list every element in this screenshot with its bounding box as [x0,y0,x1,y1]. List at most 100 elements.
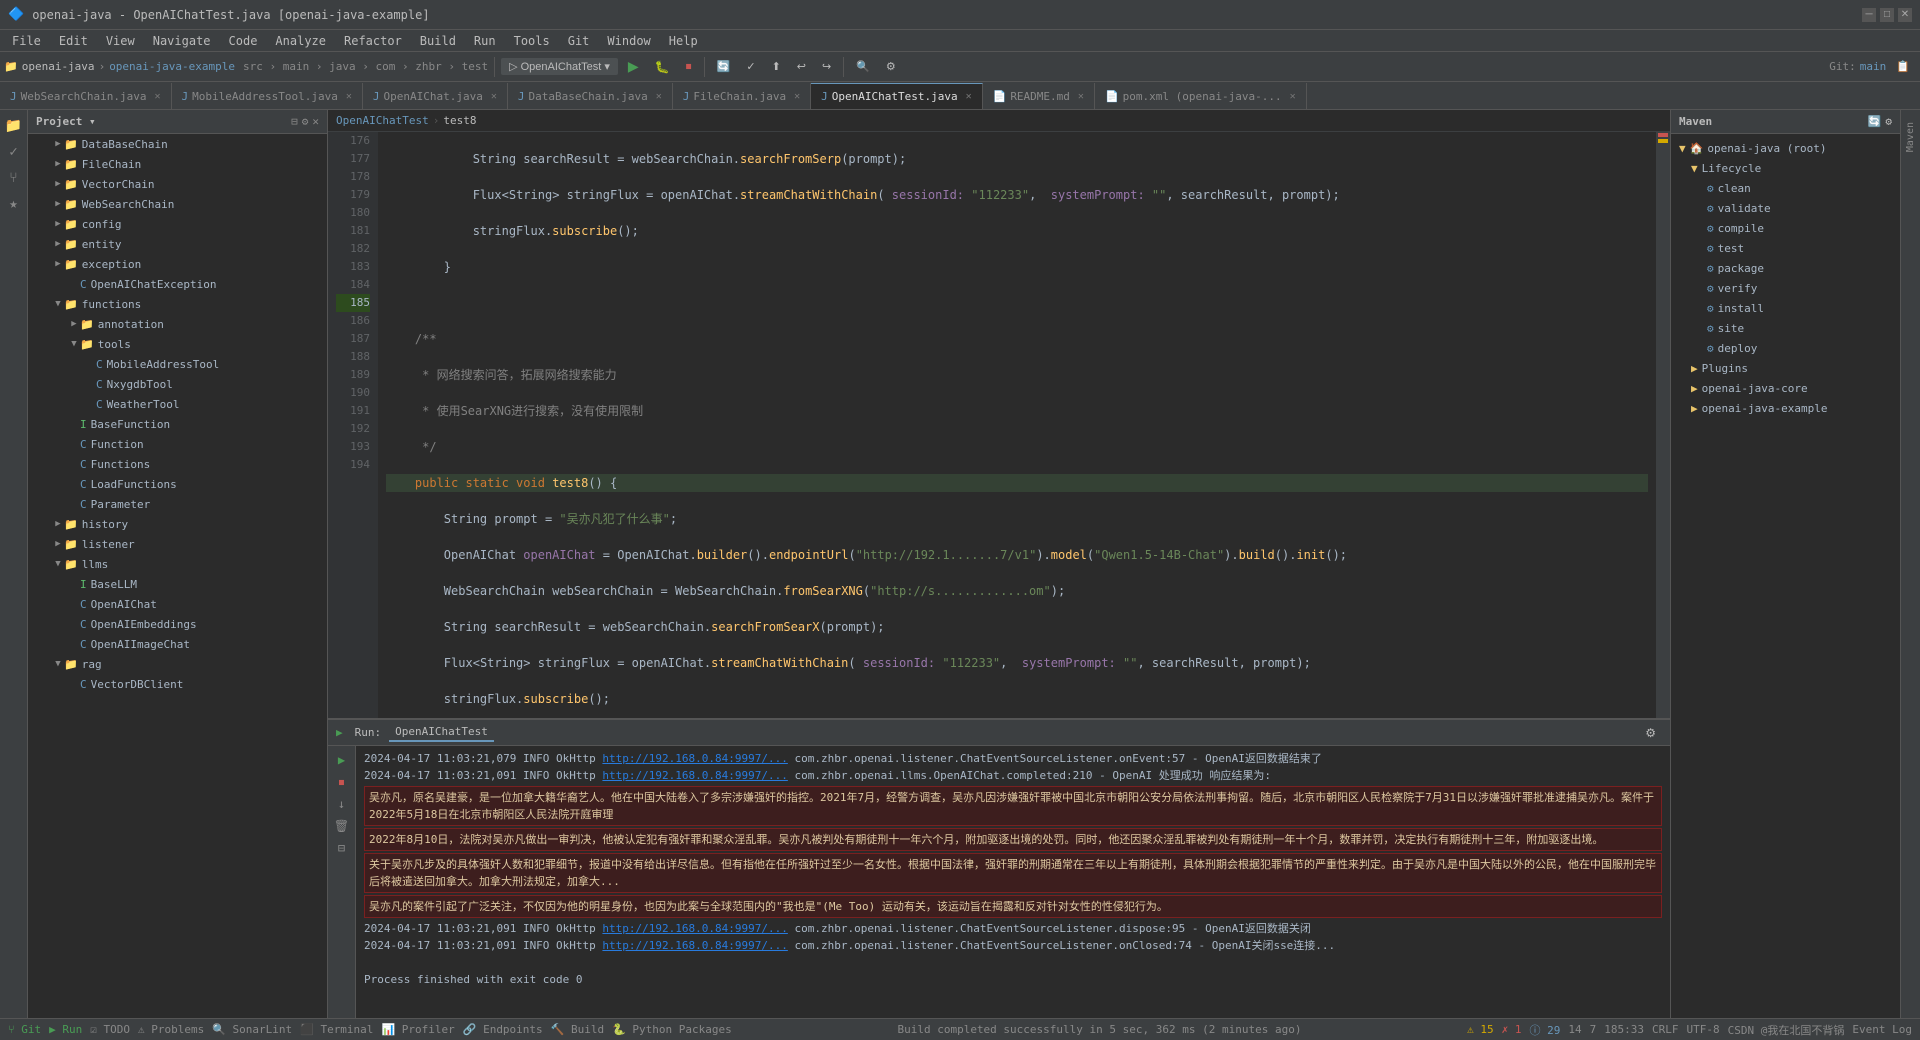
tree-item-loadfunctions[interactable]: C LoadFunctions [28,474,327,494]
tab-close[interactable]: ✕ [1078,91,1084,102]
tab-openai-chattest[interactable]: J OpenAIChatTest.java ✕ [811,83,983,109]
charset[interactable]: UTF-8 [1687,1023,1720,1036]
breadcrumb-method[interactable]: test8 [443,114,476,127]
rerun-icon[interactable]: ⏹ [332,772,352,792]
menu-git[interactable]: Git [560,32,598,50]
info-count[interactable]: ⓘ 29 [1530,1022,1561,1038]
tree-item-basellm[interactable]: I BaseLLM [28,574,327,594]
menu-help[interactable]: Help [661,32,706,50]
module-name[interactable]: openai-java-example [109,60,235,73]
maven-verify[interactable]: ⚙ verify [1671,278,1900,298]
code-content[interactable]: String searchResult = webSearchChain.sea… [378,132,1656,718]
undo-button[interactable]: ↩ [791,58,812,75]
tab-close[interactable]: ✕ [491,91,497,102]
problems-status[interactable]: ⚠ Problems [138,1023,204,1036]
maven-validate[interactable]: ⚙ validate [1671,198,1900,218]
menu-navigate[interactable]: Navigate [145,32,219,50]
menu-edit[interactable]: Edit [51,32,96,50]
clear-icon[interactable]: 🗑 [332,816,352,836]
maven-lifecycle[interactable]: ▼ Lifecycle [1671,158,1900,178]
maven-compile[interactable]: ⚙ compile [1671,218,1900,238]
maven-refresh-icon[interactable]: 🔄 [1868,115,1882,128]
menu-tools[interactable]: Tools [506,32,558,50]
tree-item-websearchchain[interactable]: ▶ 📁 WebSearchChain [28,194,327,214]
maven-root[interactable]: ▼ 🏠 openai-java (root) [1671,138,1900,158]
error-count[interactable]: ✗ 1 [1502,1023,1522,1036]
endpoints-status[interactable]: 🔗 Endpoints [463,1023,543,1036]
maven-test[interactable]: ⚙ test [1671,238,1900,258]
tab-readme[interactable]: 📄 README.md ✕ [983,83,1095,109]
menu-code[interactable]: Code [221,32,266,50]
maven-deploy[interactable]: ⚙ deploy [1671,338,1900,358]
tree-item-filechain[interactable]: ▶ 📁 FileChain [28,154,327,174]
maven-clean[interactable]: ⚙ clean [1671,178,1900,198]
tree-item-annotation[interactable]: ▶ 📁 annotation [28,314,327,334]
tree-item-openai-imagechat[interactable]: C OpenAIImageChat [28,634,327,654]
maven-settings-icon[interactable]: ⚙ [1885,115,1892,128]
console-link-2[interactable]: http://192.168.0.84:9997/... [602,769,787,782]
maven-controls[interactable]: 🔄 ⚙ [1868,115,1892,128]
tree-item-vectordbclient[interactable]: C VectorDBClient [28,674,327,694]
sonar-status[interactable]: 🔍 SonarLint [212,1023,292,1036]
tab-close[interactable]: ✕ [656,91,662,102]
tab-filechain[interactable]: J FileChain.java ✕ [673,83,811,109]
menu-build[interactable]: Build [412,32,464,50]
tree-item-openaichatexception[interactable]: C OpenAIChatException [28,274,327,294]
fold-icon[interactable]: ⊟ [332,838,352,858]
tab-close[interactable]: ✕ [966,91,972,102]
maven-site[interactable]: ⚙ site [1671,318,1900,338]
tab-databasechain[interactable]: J DataBaseChain.java ✕ [508,83,673,109]
tree-item-exception[interactable]: ▶ 📁 exception [28,254,327,274]
console-link-3[interactable]: http://192.168.0.84:9997/... [602,922,787,935]
gear-icon[interactable]: ⚙ [302,115,309,128]
tree-item-databasechain[interactable]: ▶ 📁 DataBaseChain [28,134,327,154]
panel-header-icons[interactable]: ⊟ ⚙ ✕ [291,115,319,128]
tree-item-functions-class[interactable]: C Functions [28,454,327,474]
tab-close[interactable]: ✕ [1290,91,1296,102]
scroll-end-icon[interactable]: ↓ [332,794,352,814]
tree-item-openaiembeddings[interactable]: C OpenAIEmbeddings [28,614,327,634]
maximize-button[interactable]: □ [1880,8,1894,22]
tree-item-tools[interactable]: ▼ 📁 tools [28,334,327,354]
git-update[interactable]: 🔄 [711,58,737,75]
crlf[interactable]: CRLF [1652,1023,1679,1036]
menu-analyze[interactable]: Analyze [267,32,334,50]
tree-item-entity[interactable]: ▶ 📁 entity [28,234,327,254]
tab-close[interactable]: ✕ [346,91,352,102]
code-editor[interactable]: 176 177 178 179 180 181 182 183 184 185 … [328,132,1656,718]
tree-item-listener[interactable]: ▶ 📁 listener [28,534,327,554]
tree-item-mobileaddresstool[interactable]: C MobileAddressTool [28,354,327,374]
tab-pom[interactable]: 📄 pom.xml (openai-java-... ✕ [1095,83,1307,109]
warning-count[interactable]: ⚠ 15 [1467,1023,1494,1036]
console-settings[interactable]: ⚙ [1639,724,1662,742]
hide-icon[interactable]: ✕ [312,115,319,128]
console-link-1[interactable]: http://192.168.0.84:9997/... [602,752,787,765]
minimize-button[interactable]: ─ [1862,8,1876,22]
menu-file[interactable]: File [4,32,49,50]
python-status[interactable]: 🐍 Python Packages [612,1023,732,1036]
other-count[interactable]: 7 [1590,1023,1597,1036]
tree-item-functions[interactable]: ▼ 📁 functions [28,294,327,314]
git-status[interactable]: ⑂ Git [8,1023,41,1036]
git-log[interactable]: 📋 [1890,58,1916,75]
project-name[interactable]: openai-java [22,60,95,73]
tab-websearchchain[interactable]: J WebSearchChain.java ✕ [0,83,172,109]
breadcrumb-class[interactable]: OpenAIChatTest [336,114,429,127]
debug-button[interactable]: 🐛 [649,58,676,76]
tree-item-nxygdbtool[interactable]: C NxygdbTool [28,374,327,394]
hint-count[interactable]: 14 [1568,1023,1581,1036]
tab-close[interactable]: ✕ [154,91,160,102]
tree-item-openaichat[interactable]: C OpenAIChat [28,594,327,614]
profiler-status[interactable]: 📊 Profiler [381,1023,454,1036]
tree-item-basefunction[interactable]: I BaseFunction [28,414,327,434]
run-tab-openai[interactable]: OpenAIChatTest [389,723,494,742]
tree-item-history[interactable]: ▶ 📁 history [28,514,327,534]
run-button[interactable]: ▶ [622,56,645,77]
run-status[interactable]: ▶ Run [49,1023,82,1036]
git-push[interactable]: ⬆ [766,58,787,75]
tree-item-rag[interactable]: ▼ 📁 rag [28,654,327,674]
close-button[interactable]: ✕ [1898,8,1912,22]
tab-openaichat[interactable]: J OpenAIChat.java ✕ [363,83,508,109]
tree-item-weathertool[interactable]: C WeatherTool [28,394,327,414]
menu-window[interactable]: Window [599,32,658,50]
